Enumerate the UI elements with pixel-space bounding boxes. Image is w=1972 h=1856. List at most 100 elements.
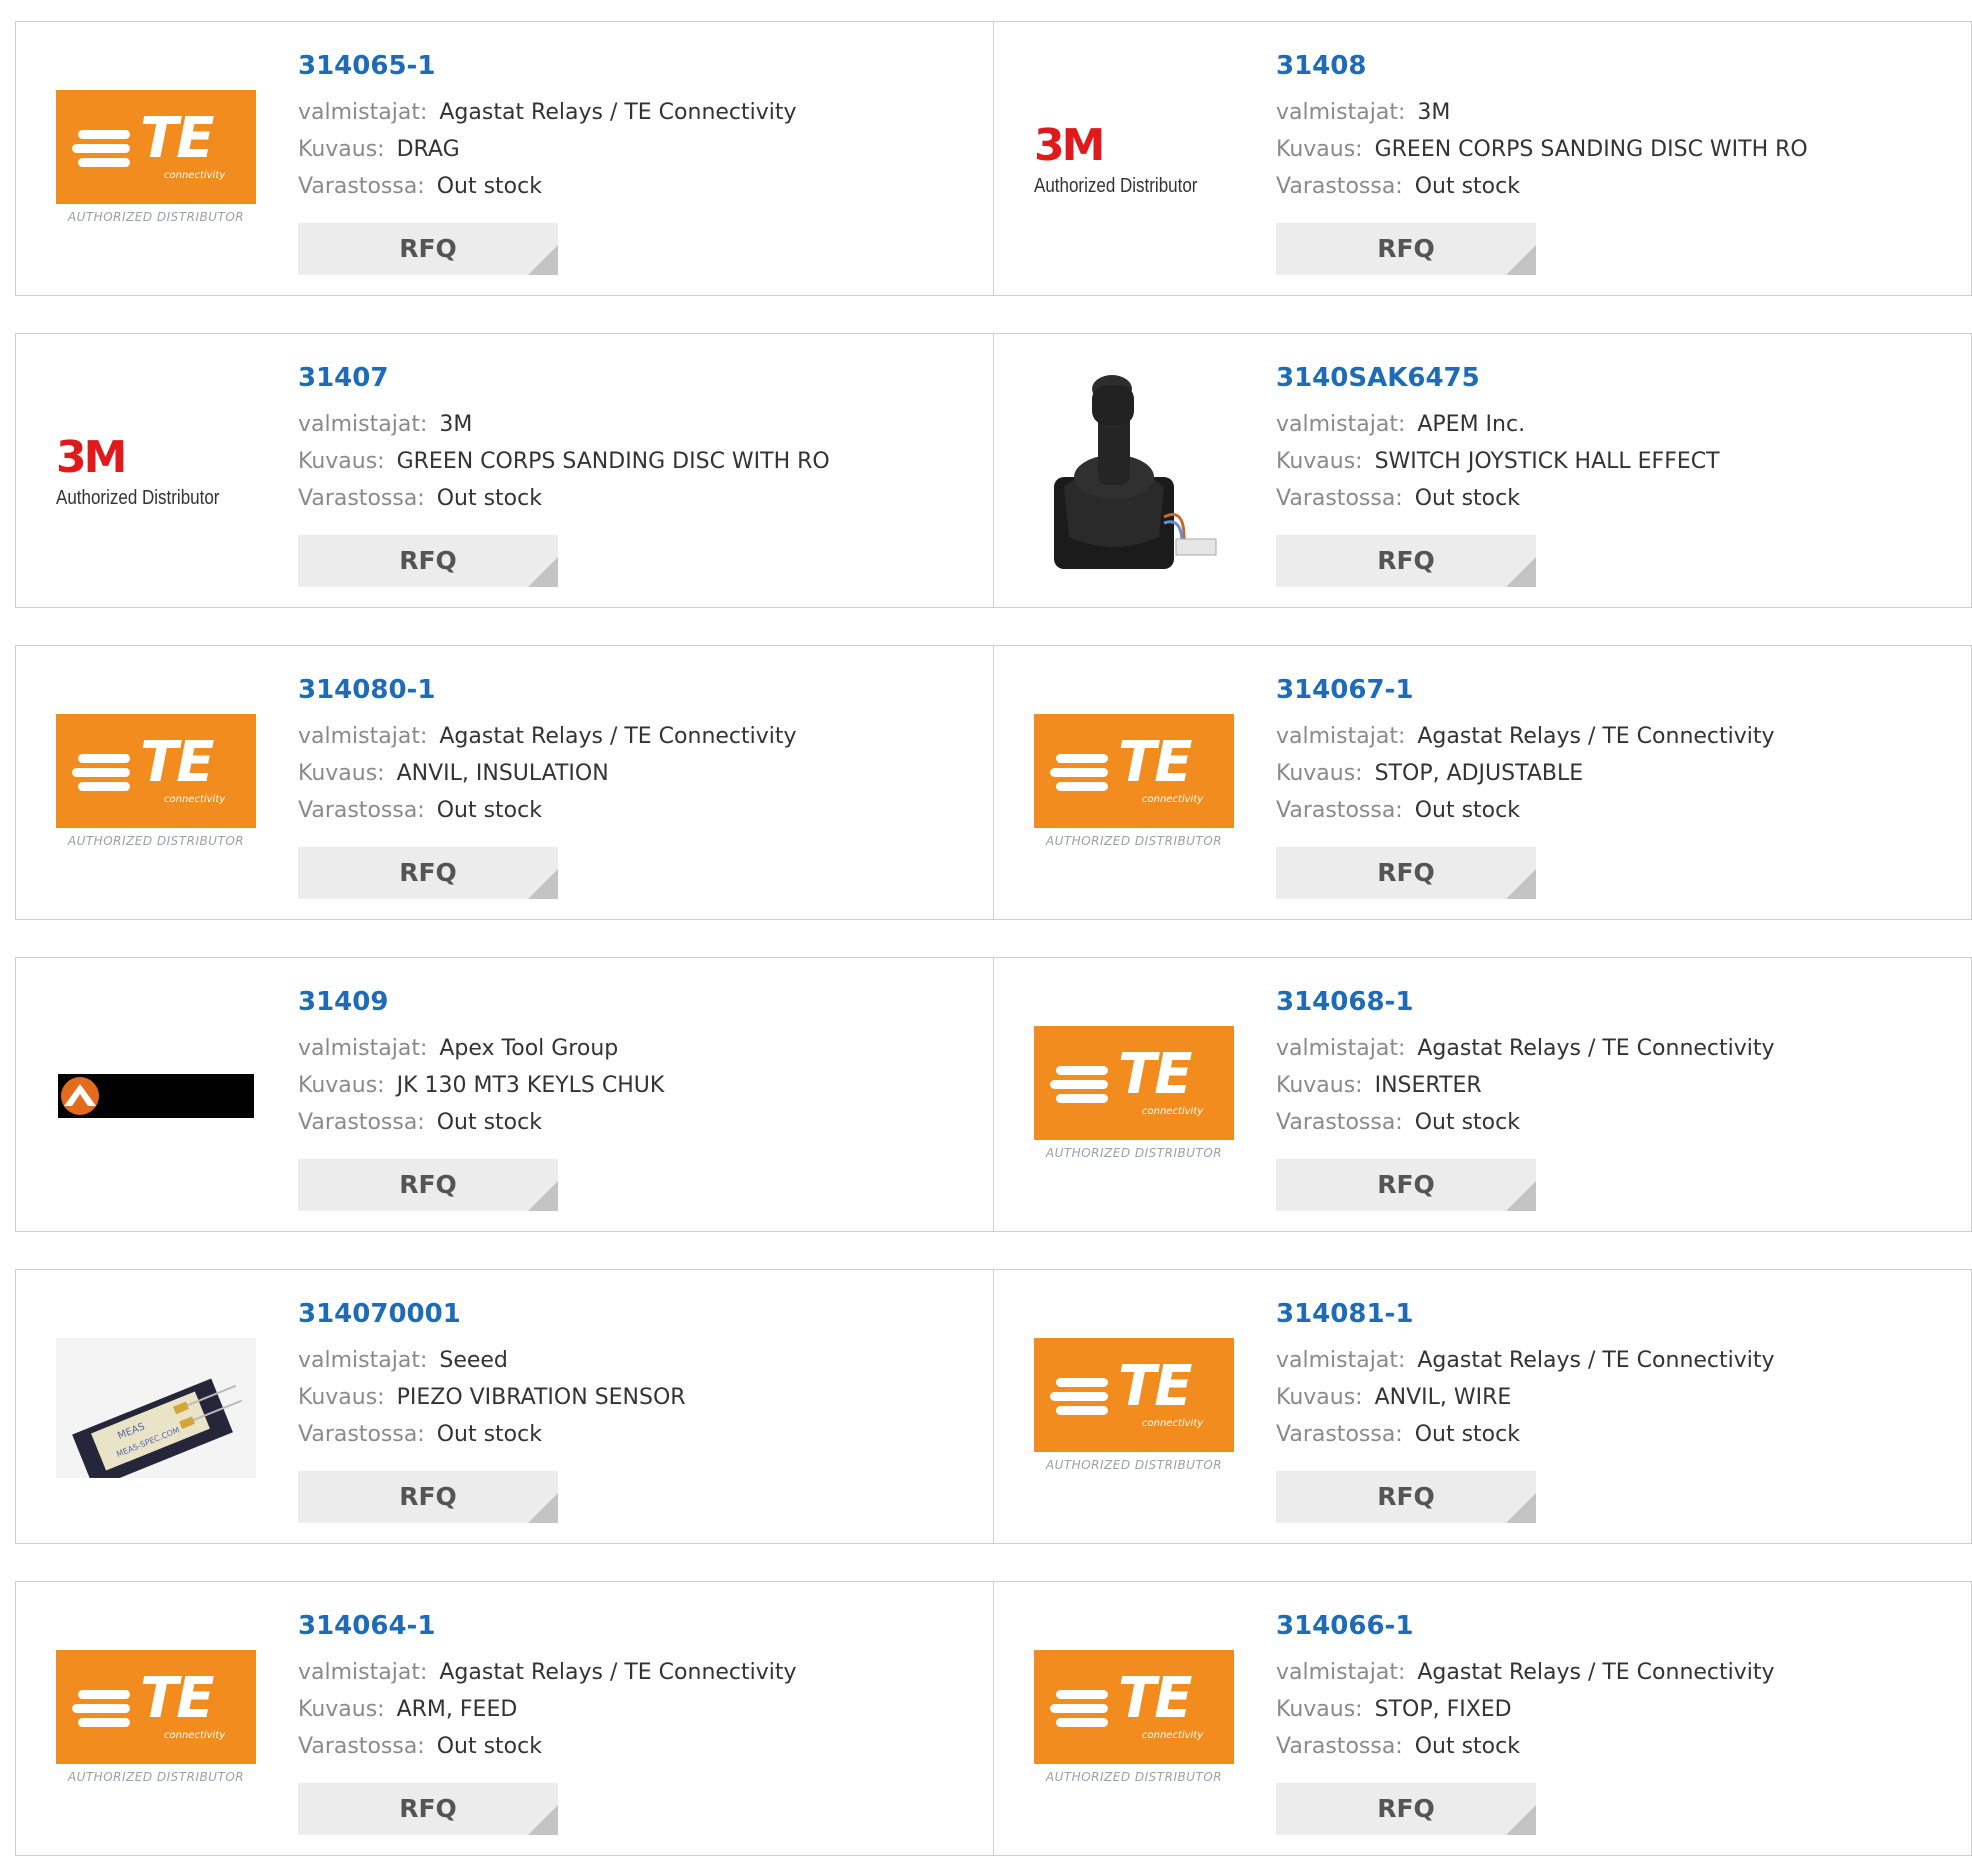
- product-image[interactable]: 3M Authorized Distributor: [56, 402, 256, 542]
- stock-value: Out stock: [436, 1110, 542, 1135]
- product-card: TE connectivity AUTHORIZED DISTRIBUTOR 3…: [15, 1581, 994, 1856]
- rfq-button[interactable]: RFQ: [298, 535, 558, 587]
- product-image[interactable]: TE connectivity AUTHORIZED DISTRIBUTOR: [56, 90, 256, 230]
- stock-row: Varastossa: Out stock: [1276, 480, 1961, 517]
- rfq-button[interactable]: RFQ: [298, 1159, 558, 1211]
- description-label: Kuvaus:: [298, 449, 385, 474]
- 3m-logo: 3M Authorized Distributor: [1034, 119, 1198, 197]
- stock-row: Varastossa: Out stock: [1276, 1728, 1961, 1765]
- description-label: Kuvaus:: [1276, 761, 1363, 786]
- part-number-link[interactable]: 314068-1: [1276, 984, 1961, 1020]
- description-value: GREEN CORPS SANDING DISC WITH RO: [1374, 137, 1808, 162]
- corner-triangle-icon: [1506, 1805, 1536, 1835]
- corner-triangle-icon: [528, 1181, 558, 1211]
- manufacturer-value: Agastat Relays / TE Connectivity: [439, 100, 797, 125]
- rfq-label: RFQ: [1377, 1482, 1435, 1511]
- corner-triangle-icon: [528, 557, 558, 587]
- description-label: Kuvaus:: [1276, 449, 1363, 474]
- product-info: 314068-1 valmistajat: Agastat Relays / TE…: [1276, 984, 1961, 1141]
- stock-row: Varastossa: Out stock: [1276, 1416, 1961, 1453]
- rfq-label: RFQ: [399, 1170, 457, 1199]
- stock-value: Out stock: [1414, 486, 1520, 511]
- stock-label: Varastossa:: [1276, 1734, 1403, 1759]
- manufacturer-row: valmistajat: Seeed: [298, 1342, 983, 1379]
- stock-row: Varastossa: Out stock: [1276, 792, 1961, 829]
- part-number-link[interactable]: 31407: [298, 360, 983, 396]
- product-image[interactable]: [56, 1026, 256, 1166]
- product-image[interactable]: MEAS MEAS-SPEC.COM: [56, 1338, 256, 1478]
- product-image[interactable]: TE connectivity AUTHORIZED DISTRIBUTOR: [56, 714, 256, 854]
- product-image[interactable]: [1034, 375, 1234, 569]
- te-connectivity-logo: TE connectivity AUTHORIZED DISTRIBUTOR: [1034, 1650, 1234, 1790]
- part-number-link[interactable]: 314065-1: [298, 48, 983, 84]
- stock-value: Out stock: [436, 798, 542, 823]
- manufacturer-label: valmistajat:: [298, 100, 428, 125]
- rfq-button[interactable]: RFQ: [298, 847, 558, 899]
- part-number-link[interactable]: 314080-1: [298, 672, 983, 708]
- description-label: Kuvaus:: [298, 1697, 385, 1722]
- description-value: STOP, ADJUSTABLE: [1374, 761, 1584, 786]
- part-number-link[interactable]: 314067-1: [1276, 672, 1961, 708]
- part-number-link[interactable]: 314064-1: [298, 1608, 983, 1644]
- part-number-link[interactable]: 31409: [298, 984, 983, 1020]
- description-label: Kuvaus:: [298, 761, 385, 786]
- description-value: ARM, FEED: [396, 1697, 518, 1722]
- description-label: Kuvaus:: [298, 1385, 385, 1410]
- manufacturer-label: valmistajat:: [298, 1348, 428, 1373]
- manufacturer-row: valmistajat: Agastat Relays / TE Connecti…: [298, 94, 983, 131]
- manufacturer-value: Apex Tool Group: [439, 1036, 619, 1061]
- part-number-link[interactable]: 314070001: [298, 1296, 983, 1332]
- description-value: DRAG: [396, 137, 460, 162]
- rfq-button[interactable]: RFQ: [1276, 535, 1536, 587]
- description-row: Kuvaus: PIEZO VIBRATION SENSOR: [298, 1379, 983, 1416]
- corner-triangle-icon: [528, 245, 558, 275]
- product-card: TE connectivity AUTHORIZED DISTRIBUTOR 3…: [15, 21, 994, 296]
- description-row: Kuvaus: STOP, ADJUSTABLE: [1276, 755, 1961, 792]
- manufacturer-label: valmistajat:: [1276, 724, 1406, 749]
- description-row: Kuvaus: ANVIL, WIRE: [1276, 1379, 1961, 1416]
- product-image[interactable]: 3M Authorized Distributor: [1034, 90, 1234, 230]
- corner-triangle-icon: [1506, 869, 1536, 899]
- description-row: Kuvaus: GREEN CORPS SANDING DISC WITH RO: [298, 443, 983, 480]
- manufacturer-label: valmistajat:: [298, 412, 428, 437]
- manufacturer-value: APEM Inc.: [1417, 412, 1526, 437]
- part-number-link[interactable]: 314066-1: [1276, 1608, 1961, 1644]
- rfq-button[interactable]: RFQ: [1276, 223, 1536, 275]
- rfq-button[interactable]: RFQ: [298, 223, 558, 275]
- part-number-link[interactable]: 3140SAK6475: [1276, 360, 1961, 396]
- rfq-button[interactable]: RFQ: [298, 1471, 558, 1523]
- stock-row: Varastossa: Out stock: [298, 792, 983, 829]
- description-label: Kuvaus:: [298, 1073, 385, 1098]
- part-number-link[interactable]: 31408: [1276, 48, 1961, 84]
- te-connectivity-logo: TE connectivity AUTHORIZED DISTRIBUTOR: [56, 1650, 256, 1790]
- stock-row: Varastossa: Out stock: [298, 1728, 983, 1765]
- description-label: Kuvaus:: [298, 137, 385, 162]
- description-row: Kuvaus: SWITCH JOYSTICK HALL EFFECT: [1276, 443, 1961, 480]
- stock-row: Varastossa: Out stock: [1276, 168, 1961, 205]
- product-grid: TE connectivity AUTHORIZED DISTRIBUTOR 3…: [0, 0, 1972, 1856]
- product-card: 3140SAK6475 valmistajat: APEM Inc. Kuvaus…: [993, 333, 1972, 608]
- description-label: Kuvaus:: [1276, 1385, 1363, 1410]
- product-image[interactable]: TE connectivity AUTHORIZED DISTRIBUTOR: [1034, 1650, 1234, 1790]
- description-value: STOP, FIXED: [1374, 1697, 1512, 1722]
- product-image[interactable]: TE connectivity AUTHORIZED DISTRIBUTOR: [1034, 1026, 1234, 1166]
- rfq-button[interactable]: RFQ: [1276, 1783, 1536, 1835]
- product-image[interactable]: TE connectivity AUTHORIZED DISTRIBUTOR: [1034, 1338, 1234, 1478]
- product-image[interactable]: TE connectivity AUTHORIZED DISTRIBUTOR: [56, 1650, 256, 1790]
- rfq-button[interactable]: RFQ: [1276, 847, 1536, 899]
- rfq-button[interactable]: RFQ: [298, 1783, 558, 1835]
- rfq-button[interactable]: RFQ: [1276, 1471, 1536, 1523]
- product-image[interactable]: TE connectivity AUTHORIZED DISTRIBUTOR: [1034, 714, 1234, 854]
- stock-label: Varastossa:: [1276, 1422, 1403, 1447]
- description-row: Kuvaus: STOP, FIXED: [1276, 1691, 1961, 1728]
- manufacturer-row: valmistajat: Agastat Relays / TE Connecti…: [1276, 1342, 1961, 1379]
- te-connectivity-logo: TE connectivity AUTHORIZED DISTRIBUTOR: [1034, 1338, 1234, 1478]
- rfq-button[interactable]: RFQ: [1276, 1159, 1536, 1211]
- stock-label: Varastossa:: [298, 1422, 425, 1447]
- part-number-link[interactable]: 314081-1: [1276, 1296, 1961, 1332]
- manufacturer-label: valmistajat:: [1276, 412, 1406, 437]
- stock-value: Out stock: [1414, 1110, 1520, 1135]
- stock-value: Out stock: [1414, 1734, 1520, 1759]
- stock-value: Out stock: [436, 1422, 542, 1447]
- product-info: 314080-1 valmistajat: Agastat Relays / TE…: [298, 672, 983, 829]
